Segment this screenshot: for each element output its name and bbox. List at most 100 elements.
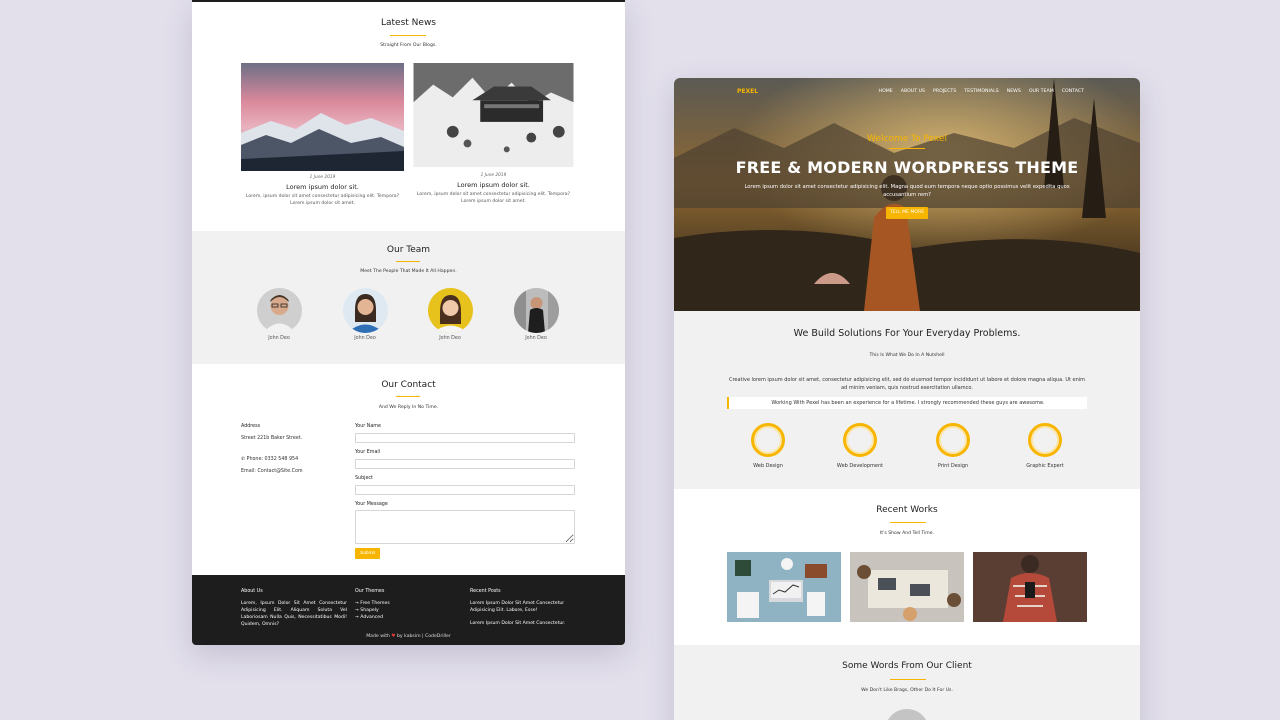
team-member: John Deo [420, 288, 480, 341]
news-post-title[interactable]: Lorem ipsum dolor sit. [241, 183, 404, 191]
skill-name: Web Design [753, 463, 783, 469]
footer-themes-title: Our Themes [355, 589, 385, 594]
skill-name: Web Development [836, 463, 884, 469]
team-member: John Deo [249, 288, 309, 341]
progress-ring [936, 423, 970, 457]
footer-theme-link[interactable]: → Free Themes [355, 600, 445, 607]
address-text: Street 221b Baker Street. [241, 436, 303, 441]
progress-ring [843, 423, 877, 457]
skill-name: Print Design [937, 463, 969, 469]
team-underline [396, 261, 420, 262]
member-name: John Deo [439, 336, 461, 341]
news-excerpt: Lorem, ipsum dolor sit amet consectetur … [416, 192, 571, 204]
footer-recent-posts: Recent Posts Lorem Ipsum Dolor Sit Amet … [470, 589, 578, 633]
footer-about-text: Lorem, Ipsum Dolor Sit Amet Consectetur … [241, 601, 347, 628]
contact-subtitle: And We Reply In No Time. [378, 405, 439, 410]
progress-ring [1028, 423, 1062, 457]
skill-name: Graphic Expert [1026, 463, 1064, 469]
nav-contact[interactable]: CONTACT [1062, 89, 1084, 94]
news-underline [390, 35, 426, 36]
tell-me-more-button[interactable]: TELL ME MORE [886, 207, 928, 219]
member-name: John Deo [268, 336, 290, 341]
recent-works-section: Recent Works It's Show And Tell Time. [674, 489, 1140, 645]
nav-our-team[interactable]: OUR TEAM [1029, 89, 1054, 94]
message-label: Your Message [355, 502, 388, 507]
avatar [427, 288, 473, 333]
client-avatar [885, 709, 929, 720]
clients-subtitle: We Don't Like Brags, Other Do It For Us. [861, 688, 953, 693]
news-card[interactable]: 1 June 2019 Lorem ipsum dolor sit. Lorem… [412, 63, 575, 206]
hero-kicker: Welcome To Pexel [867, 134, 947, 144]
member-name: John Deo [354, 336, 376, 341]
work-image-meeting-table[interactable] [850, 552, 964, 622]
credits-post: by kabsim | CodeDriller [397, 634, 451, 639]
news-excerpt: Lorem, ipsum dolor sit amet consectetur … [245, 194, 400, 206]
right-page-preview: PEXEL HOME ABOUT US PROJECTS TESTIMONIAL… [674, 78, 1140, 720]
footer-credits: Made with ♥ by kabsim | CodeDriller [192, 634, 625, 639]
nav-projects[interactable]: PROJECTS [933, 89, 956, 94]
avatar [256, 288, 302, 333]
solutions-text: Creative lorem ipsum dolor sit amet, con… [728, 377, 1086, 391]
news-post-title[interactable]: Lorem ipsum dolor sit. [412, 181, 575, 189]
team-title: Our Team [386, 245, 431, 255]
team-subtitle: Meet The People That Made It All Happen. [360, 269, 457, 274]
clients-title: Some Words From Our Client [842, 661, 972, 671]
email-text: Email: Contact@Site.Com [241, 469, 303, 474]
footer-post-link[interactable]: Lorem Ipsum Dolor Sit Amet Consectetur A… [470, 600, 578, 614]
news-card[interactable]: 1 June 2019 Lorem ipsum dolor sit. Lorem… [241, 63, 404, 208]
avatar [513, 288, 559, 333]
client-testimonials-section: Some Words From Our Client We Don't Like… [674, 645, 1140, 720]
member-name: John Deo [525, 336, 547, 341]
footer-theme-link[interactable]: → Advanced [355, 614, 445, 621]
brand-logo[interactable]: PEXEL [737, 88, 758, 95]
phone-line: ✆ Phone: 0332 548 954 [241, 457, 298, 462]
nav-news[interactable]: NEWS [1007, 89, 1021, 94]
avatar [342, 288, 388, 333]
solutions-title: We Build Solutions For Your Everyday Pro… [793, 328, 1021, 339]
skill-web-design: Web Design [728, 423, 808, 469]
hero-title: FREE & MODERN WORDPRESS THEME [735, 158, 1079, 177]
news-date: 1 June 2019 [309, 175, 336, 180]
clients-underline [890, 679, 926, 680]
news-date: 1 June 2019 [480, 173, 507, 178]
footer-theme-link[interactable]: → Shapely [355, 607, 445, 614]
latest-news-section: Latest News Straight From Our Blogs. 1 J… [192, 2, 625, 231]
solutions-quote: Working With Pexel has been an experienc… [727, 397, 1087, 409]
footer-themes: Our Themes → Free Themes → Shapely → Adv… [355, 589, 445, 621]
skill-print-design: Print Design [913, 423, 993, 469]
news-subtitle: Straight From Our Blogs. [380, 43, 437, 48]
heart-icon: ♥ [391, 634, 396, 639]
footer-about: About Us Lorem, Ipsum Dolor Sit Amet Con… [241, 589, 347, 628]
top-navigation: PEXEL HOME ABOUT US PROJECTS TESTIMONIAL… [674, 88, 1140, 98]
skill-graphic-expert: Graphic Expert [1005, 423, 1085, 469]
team-member: John Deo [335, 288, 395, 341]
news-image-snow-house[interactable] [412, 63, 575, 169]
footer-about-title: About Us [241, 589, 263, 594]
email-label: Your Email [355, 450, 381, 455]
solutions-subtitle: This Is What We Do In A Nutshell [869, 353, 945, 358]
work-image-laptop-desk[interactable] [727, 552, 841, 622]
news-image-mountains[interactable] [241, 63, 404, 171]
nav-home[interactable]: HOME [879, 89, 893, 94]
footer-post-link[interactable]: Lorem Ipsum Dolor Sit Amet Consectetur. [470, 620, 578, 627]
phone-text: Phone: 0332 548 954 [246, 457, 299, 462]
footer-posts-title: Recent Posts [470, 589, 501, 594]
subject-field[interactable] [355, 485, 575, 495]
our-contact-section: Our Contact And We Reply In No Time. Add… [192, 364, 625, 575]
news-title: Latest News [381, 18, 436, 28]
work-image-man-phone[interactable] [973, 552, 1087, 622]
left-page-preview: Latest News Straight From Our Blogs. 1 J… [192, 0, 625, 645]
nav-about-us[interactable]: ABOUT US [901, 89, 925, 94]
submit-button[interactable]: Submit [355, 548, 380, 559]
works-subtitle: It's Show And Tell Time. [879, 531, 935, 536]
message-field[interactable] [355, 510, 575, 544]
email-line: Email: Contact@Site.Com [241, 469, 303, 474]
name-label: Your Name [355, 424, 381, 429]
email-field[interactable] [355, 459, 575, 469]
name-field[interactable] [355, 433, 575, 443]
nav-testimonials[interactable]: TESTIMONIALS [964, 89, 998, 94]
hero-text: Lorem ipsum dolor sit amet consectetur a… [744, 184, 1070, 199]
credits-pre: Made with [366, 634, 390, 639]
contact-title: Our Contact [381, 380, 436, 390]
progress-ring [751, 423, 785, 457]
